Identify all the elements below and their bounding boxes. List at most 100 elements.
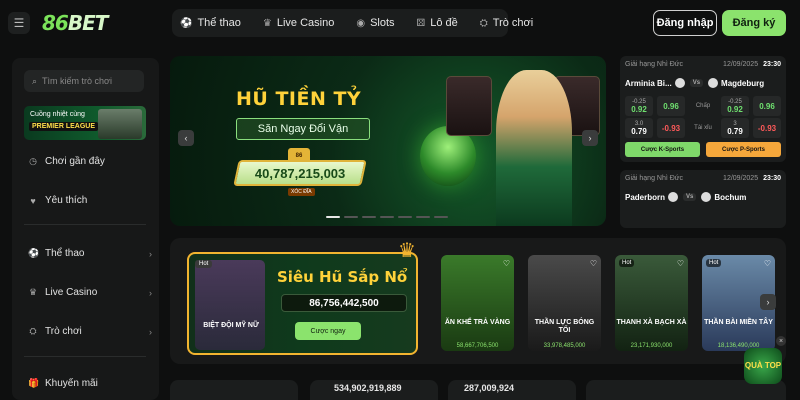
divider — [24, 356, 146, 357]
search-placeholder: Tìm kiếm trò chơi — [42, 76, 112, 86]
logo[interactable]: 86BET — [42, 11, 108, 35]
odd-value: -0.93 — [661, 123, 681, 133]
carousel-dot[interactable] — [434, 216, 448, 218]
bet-k-sports-button[interactable]: Cược K-Sports — [625, 142, 700, 157]
top-reward-badge[interactable]: QUÀ TOP — [744, 348, 782, 384]
games-icon: ⛭ — [479, 17, 488, 29]
odd-cell[interactable]: -0.25 0.92 — [721, 96, 749, 116]
sidebar-item-favorites[interactable]: ♥ Yêu thích — [28, 195, 152, 206]
carousel-prev-button[interactable]: ‹ — [178, 130, 194, 146]
away-crest-icon — [708, 78, 719, 88]
close-icon[interactable]: × — [776, 336, 786, 346]
odd-value: 0.92 — [631, 104, 647, 114]
odd-cell[interactable]: 0.96 — [753, 96, 781, 116]
carousel-dot[interactable] — [380, 216, 394, 218]
game-card[interactable]: Hot ♡ THANH XÀ BẠCH XÀ 23,171,930,000 — [615, 255, 688, 351]
sidebar-item-promotions[interactable]: 🎁 Khuyến mãi — [28, 378, 152, 389]
nav-item-live-casino[interactable]: ♛ Live Casino — [263, 17, 334, 29]
odd-cell[interactable]: -0.93 — [753, 118, 781, 138]
match-list: Giải hạng Nhì Đức 12/09/2025 23:30 Arminia… — [620, 56, 786, 228]
league-name: Giải hạng Nhì Đức — [625, 175, 683, 182]
odd-cell[interactable]: -0.93 — [657, 118, 685, 138]
carousel-dot[interactable] — [344, 216, 358, 218]
premier-league-banner[interactable]: Cuồng nhiệt cùng PREMIER LEAGUE — [24, 106, 146, 140]
total-row: 3.0 0.79 -0.93 Tài xỉu 3 0.79 -0.93 — [625, 118, 781, 138]
sidebar-item-live-casino[interactable]: ♛ Live Casino › — [28, 287, 152, 298]
match-date: 12/09/2025 — [723, 61, 759, 68]
dice-icon: ⚄ — [416, 17, 426, 29]
home-team: Paderborn — [625, 192, 666, 202]
featured-title: Siêu Hũ Sắp Nổ — [277, 268, 408, 286]
jackpot-value: 40,787,215,003 — [254, 165, 346, 181]
vs-label: Vs — [689, 79, 704, 87]
nav-label: Live Casino — [276, 17, 335, 29]
match-time: 23:30 — [763, 61, 781, 68]
heart-icon[interactable]: ♡ — [677, 259, 684, 268]
logo-main: 86 — [42, 11, 69, 35]
bet-p-sports-button[interactable]: Cược P-Sports — [706, 142, 781, 157]
register-button[interactable]: Đăng ký — [722, 10, 786, 36]
hot-badge: Hot — [195, 260, 213, 268]
game-card[interactable]: ♡ THẦN LỰC BÓNG TỐI 33,978,485,000 — [528, 255, 601, 351]
login-button[interactable]: Đăng nhập — [653, 10, 717, 36]
hot-badge: Hot — [619, 259, 635, 267]
sidebar-item-label: Chơi gần đây — [45, 156, 105, 167]
sidebar-item-sports[interactable]: ⚽ Thể thao › — [28, 248, 152, 259]
sidebar-item-label: Thể thao — [45, 248, 85, 259]
bottom-amount: 287,009,924 — [464, 383, 515, 393]
bottom-card[interactable] — [170, 380, 298, 400]
carousel-dot[interactable] — [398, 216, 412, 218]
heart-icon[interactable]: ♡ — [764, 259, 771, 268]
jackpot-caption: XÓC ĐĨA — [288, 188, 315, 196]
games-next-button[interactable]: › — [760, 294, 776, 310]
carousel-next-button[interactable]: › — [582, 130, 598, 146]
game-name: ĂN KHẾ TRẢ VÀNG — [444, 319, 511, 326]
game-card[interactable]: ♡ ĂN KHẾ TRẢ VÀNG 58,667,706,500 — [441, 255, 514, 351]
sidebar-item-recent[interactable]: ◷ Chơi gần đây — [28, 156, 152, 167]
odd-cell[interactable]: 3.0 0.79 — [625, 118, 653, 138]
games-icon: ⛭ — [29, 326, 37, 336]
heart-icon: ♥ — [30, 195, 36, 206]
match-header: Giải hạng Nhì Đức 12/09/2025 23:30 — [625, 61, 781, 68]
heart-icon[interactable]: ♡ — [590, 259, 597, 268]
carousel-dot[interactable] — [326, 216, 340, 218]
bet-now-button[interactable]: Cược ngay — [295, 322, 361, 340]
match-card[interactable]: Giải hạng Nhì Đức 12/09/2025 23:30 Arminia… — [620, 56, 786, 162]
clock-icon: ◷ — [29, 156, 37, 166]
away-crest-icon — [701, 192, 712, 202]
vs-label: Vs — [683, 193, 697, 201]
search-icon: ⌕ — [32, 75, 38, 86]
carousel-dots — [326, 216, 448, 218]
carousel-dot[interactable] — [416, 216, 430, 218]
crown-icon: ♛ — [28, 287, 38, 297]
handicap-row: -0.25 0.92 0.96 Chấp -0.25 0.92 0.96 — [625, 96, 781, 116]
featured-game-name: BIỆT ĐỘI MỸ NỮ — [203, 322, 259, 329]
nav-item-slots[interactable]: ◉ Slots — [356, 17, 394, 29]
featured-jackpot-card[interactable]: Hot BIỆT ĐỘI MỸ NỮ Siêu Hũ Sắp Nổ 86,756… — [187, 252, 418, 355]
main-nav: ⚽ Thể thao ♛ Live Casino ◉ Slots ⚄ Lô đề ⛭ Tr… — [172, 9, 533, 37]
match-time: 23:30 — [763, 175, 781, 182]
hero-banner[interactable]: HŨ TIỀN TỶ Săn Ngay Đổi Vận 86 40,787,21… — [170, 56, 606, 226]
game-name: THẦN BÀI MIỀN TÂY — [704, 319, 773, 326]
odd-value: 0.96 — [663, 101, 679, 111]
crown-icon: ♛ — [398, 240, 416, 262]
sidebar-item-label: Khuyến mãi — [45, 378, 98, 389]
menu-icon[interactable]: ☰ — [8, 12, 30, 34]
nav-item-lo-de[interactable]: ⚄ Lô đề — [417, 17, 458, 29]
sidebar-item-games[interactable]: ⛭ Trò chơi › — [28, 326, 152, 337]
sport-icon: ⚽ — [28, 248, 40, 258]
nav-item-the-thao[interactable]: ⚽ Thể thao — [180, 17, 241, 29]
nav-item-tro-choi[interactable]: ⛭ Trò chơi — [480, 17, 533, 29]
match-date: 12/09/2025 — [723, 175, 759, 182]
odd-cell[interactable]: -0.25 0.92 — [625, 96, 653, 116]
heart-icon[interactable]: ♡ — [503, 259, 510, 268]
search-input[interactable]: ⌕ Tìm kiếm trò chơi — [24, 70, 144, 92]
carousel-dot[interactable] — [362, 216, 376, 218]
promo-players-image — [98, 109, 142, 139]
odd-cell[interactable]: 0.96 — [657, 96, 685, 116]
odd-value: 0.96 — [759, 101, 775, 111]
odd-cell[interactable]: 3 0.79 — [721, 118, 749, 138]
bottom-amount: 534,902,919,889 — [334, 383, 402, 393]
odd-value: 0.79 — [727, 126, 743, 136]
match-card[interactable]: Giải hạng Nhì Đức 12/09/2025 23:30 Paderbo… — [620, 170, 786, 228]
